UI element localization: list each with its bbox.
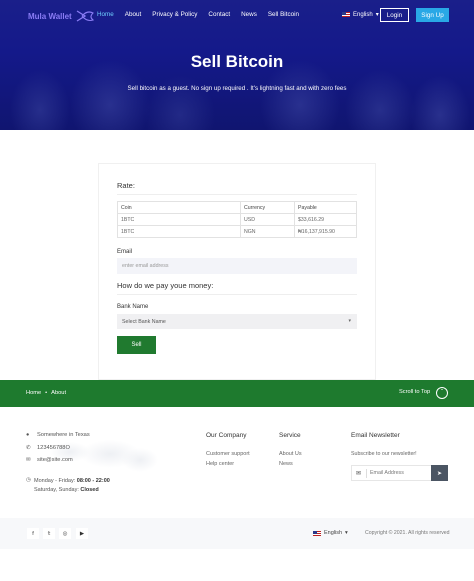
address-text: Somewhere in Texas	[37, 432, 90, 438]
table-header-row: Coin Currency Payable	[117, 201, 357, 214]
nav-links: Home About Privacy & Policy Contact News…	[97, 11, 299, 18]
bank-select-value: Select Bank Name	[122, 318, 166, 325]
newsletter-send-button[interactable]: ➤	[431, 465, 448, 481]
cell-currency: USD	[240, 213, 295, 226]
login-button[interactable]: Login	[380, 8, 409, 22]
breadcrumb-current: About	[51, 390, 67, 396]
hours-weekday-label: Monday - Friday:	[34, 478, 76, 484]
email-field[interactable]: enter email address	[117, 258, 357, 274]
page-subtitle: Sell bitcoin as a guest. No sign up requ…	[127, 85, 347, 92]
footer-address: ● Somewhere in Texas	[26, 432, 90, 438]
footer-service-title: Service	[279, 432, 301, 439]
page-title: Sell Bitcoin	[190, 52, 284, 71]
location-pin-icon: ●	[26, 432, 30, 438]
email-text[interactable]: site@site.com	[37, 457, 73, 463]
footer-newsletter-title: Email Newsletter	[351, 432, 400, 439]
cell-payable: $33,616.29	[294, 213, 357, 226]
language-selector[interactable]: English ▾	[342, 11, 379, 18]
chevron-down-icon: ▾	[348, 318, 351, 324]
newsletter-subtitle: Subscribe to our newsletter!	[351, 451, 417, 457]
hours-weekend-label: Saturday, Sunday:	[34, 487, 79, 493]
sell-button[interactable]: Sell	[117, 336, 156, 354]
envelope-icon: ✉	[26, 457, 31, 463]
footer-email: ✉ site@site.com	[26, 457, 73, 463]
send-icon: ➤	[436, 470, 443, 477]
us-flag-icon	[313, 530, 321, 536]
footer-language-label: English	[324, 530, 343, 536]
email-label: Email	[117, 249, 133, 255]
logo-mark-icon	[76, 10, 94, 22]
envelope-icon: ✉	[356, 471, 362, 477]
opening-hours: Monday - Friday: 08:00 - 22:00 Saturday,…	[34, 477, 110, 495]
facebook-icon[interactable]: f	[27, 528, 39, 539]
phone-icon: ✆	[26, 445, 31, 451]
logo-text: Mula Wallet	[28, 11, 72, 21]
language-label: English	[353, 11, 373, 18]
youtube-icon[interactable]: ▶	[76, 528, 88, 539]
footer-language-selector[interactable]: English ▾	[313, 530, 348, 536]
nav-privacy[interactable]: Privacy & Policy	[152, 11, 197, 18]
bank-name-select[interactable]: Select Bank Name ▾	[117, 314, 357, 329]
nav-news[interactable]: News	[241, 11, 257, 18]
nav-home[interactable]: Home	[97, 11, 114, 18]
arrow-up-icon: ˆ	[441, 390, 443, 396]
signup-button[interactable]: Sign Up	[416, 8, 449, 22]
table-row: 1BTC USD $33,616.29	[117, 213, 357, 226]
table-row: 1BTC NGN ₦16,137,915.90	[117, 225, 357, 238]
divider	[117, 294, 357, 295]
bank-name-label: Bank Name	[117, 304, 149, 310]
divider	[117, 194, 357, 195]
cell-payable: ₦16,137,915.90	[294, 225, 357, 238]
copyright-text: Copyright © 2021. All rights reserved	[365, 530, 450, 536]
hours-weekend-value: Closed	[80, 487, 99, 493]
nav-contact[interactable]: Contact	[208, 11, 230, 18]
footer-company-title: Our Company	[206, 432, 247, 439]
caret-down-icon: ▾	[345, 530, 348, 536]
footer-link-customer-support[interactable]: Customer support	[206, 451, 250, 457]
footer-clock: ◷	[26, 477, 32, 483]
breadcrumb-separator: •	[45, 390, 48, 396]
header-coin: Coin	[117, 201, 241, 214]
us-flag-icon	[342, 12, 350, 17]
nav-about[interactable]: About	[125, 11, 141, 18]
hours-weekday-value: 08:00 - 22:00	[76, 478, 110, 484]
top-navbar: Mula Wallet Home About Privacy & Policy …	[0, 0, 474, 32]
breadcrumb: Home • About	[26, 390, 66, 396]
cell-coin: 1BTC	[117, 225, 241, 238]
rate-table: Coin Currency Payable 1BTC USD $33,616.2…	[117, 201, 357, 238]
footer-link-about-us[interactable]: About Us	[279, 451, 302, 457]
logo[interactable]: Mula Wallet	[28, 9, 94, 23]
clock-icon: ◷	[26, 477, 31, 483]
header-payable: Payable	[294, 201, 357, 214]
cell-coin: 1BTC	[117, 213, 241, 226]
footer-phone: ✆ 123456788O	[26, 445, 70, 451]
footer-link-help-center[interactable]: Help center	[206, 461, 234, 467]
scroll-to-top-label[interactable]: Scroll to Top	[399, 389, 430, 395]
phone-text[interactable]: 123456788O	[37, 445, 70, 451]
caret-down-icon: ▾	[375, 12, 379, 18]
breadcrumb-home[interactable]: Home	[26, 390, 41, 396]
twitter-icon[interactable]: 𝕥	[43, 528, 55, 539]
payment-section-title: How do we pay youe money:	[117, 281, 214, 290]
divider	[366, 469, 367, 478]
hero-background-image	[0, 30, 474, 130]
newsletter-placeholder: Email Address	[370, 470, 404, 476]
footer-link-news[interactable]: News	[279, 461, 293, 467]
nav-sell-bitcoin[interactable]: Sell Bitcoin	[268, 11, 299, 18]
header-currency: Currency	[240, 201, 295, 214]
cell-currency: NGN	[240, 225, 295, 238]
scroll-to-top-button[interactable]: ˆ	[436, 387, 448, 399]
world-map-image	[40, 432, 160, 477]
rate-label: Rate:	[117, 181, 135, 190]
instagram-icon[interactable]: ◎	[59, 528, 71, 539]
